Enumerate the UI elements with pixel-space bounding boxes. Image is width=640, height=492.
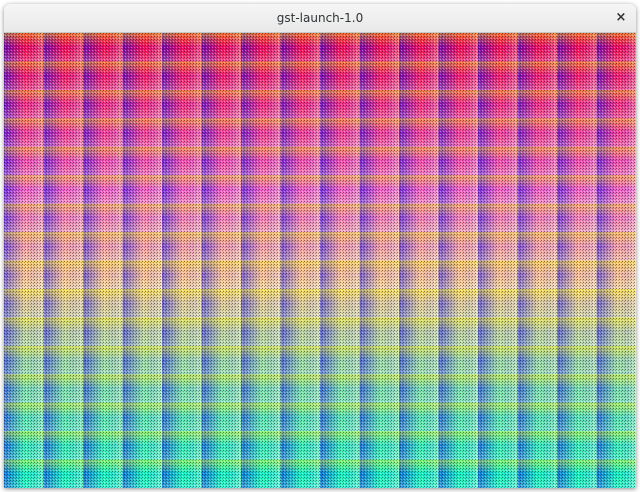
app-window: gst-launch-1.0 ×: [4, 4, 636, 488]
dither-overlay: [4, 33, 636, 488]
window-title: gst-launch-1.0: [276, 11, 364, 25]
title-bar[interactable]: gst-launch-1.0 ×: [4, 4, 636, 33]
close-icon[interactable]: ×: [610, 7, 632, 29]
test-pattern-canvas: [4, 33, 636, 488]
video-output: [4, 33, 636, 488]
